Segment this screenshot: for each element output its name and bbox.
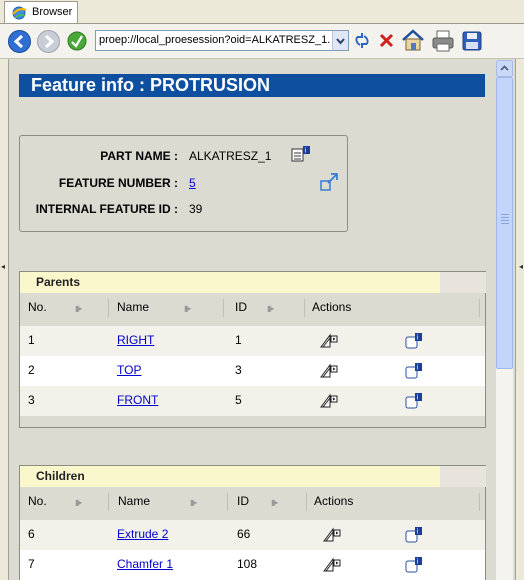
row-id: 66 bbox=[237, 527, 251, 541]
row-id: 3 bbox=[235, 363, 242, 377]
column-divider bbox=[306, 493, 307, 511]
sort-icon[interactable]: ▮▸ bbox=[190, 498, 197, 507]
row-name-link[interactable]: TOP bbox=[117, 363, 141, 377]
part-name-label: PART NAME : bbox=[100, 149, 178, 163]
page-title: Feature info : PROTRUSION bbox=[19, 74, 485, 97]
row-no: 1 bbox=[28, 333, 35, 347]
internal-id-label: INTERNAL FEATURE ID : bbox=[35, 202, 178, 216]
sort-icon[interactable]: ▮▸ bbox=[184, 304, 191, 313]
panel-header-filler bbox=[440, 272, 486, 293]
row-no: 6 bbox=[28, 527, 35, 541]
table-row: 7 Chamfer 1 108 i bbox=[20, 550, 485, 580]
feature-action-icon[interactable] bbox=[319, 332, 339, 350]
table-row: 2 TOP 3 i bbox=[20, 356, 485, 386]
column-divider bbox=[304, 299, 305, 317]
info-popup-icon[interactable]: i bbox=[404, 526, 424, 544]
thumb-grip bbox=[501, 220, 509, 221]
column-divider bbox=[223, 299, 224, 317]
address-text: proep://local_proesession?oid=ALKATRESZ_… bbox=[99, 34, 331, 46]
feature-action-icon[interactable] bbox=[319, 362, 339, 380]
chevron-down-icon bbox=[336, 38, 345, 45]
children-header: Children bbox=[20, 466, 440, 487]
home-page-icon[interactable] bbox=[66, 30, 88, 52]
table-row: 1 RIGHT 1 i bbox=[20, 326, 485, 356]
stop-icon[interactable] bbox=[378, 32, 395, 49]
thumb-grip bbox=[501, 214, 509, 215]
column-actions: Actions bbox=[314, 494, 354, 508]
sort-icon[interactable]: ▮▸ bbox=[75, 304, 82, 313]
tab-browser[interactable]: Browser bbox=[4, 1, 78, 24]
info-popup-icon[interactable]: i bbox=[404, 332, 424, 350]
home-icon[interactable] bbox=[401, 28, 425, 52]
left-collapse-icon[interactable]: ◂ bbox=[1, 262, 5, 271]
row-id: 108 bbox=[237, 557, 258, 571]
column-actions: Actions bbox=[312, 300, 352, 314]
column-divider bbox=[479, 493, 480, 511]
column-no[interactable]: No. bbox=[28, 300, 47, 314]
row-name-link[interactable]: RIGHT bbox=[117, 333, 154, 347]
feature-info-card: PART NAME : ALKATRESZ_1 i FEATURE NUMBER… bbox=[19, 135, 348, 232]
vertical-scrollbar[interactable] bbox=[496, 60, 513, 580]
column-no[interactable]: No. bbox=[28, 494, 47, 508]
column-id[interactable]: ID bbox=[237, 494, 249, 508]
feature-action-icon[interactable] bbox=[322, 526, 342, 544]
highlight-feature-icon[interactable] bbox=[320, 172, 340, 192]
chevron-up-icon bbox=[500, 65, 509, 71]
sort-icon[interactable]: ▮▸ bbox=[75, 498, 82, 507]
column-id[interactable]: ID bbox=[235, 300, 247, 314]
row-no: 3 bbox=[28, 393, 35, 407]
sort-icon[interactable]: ▮▸ bbox=[271, 498, 278, 507]
address-dropdown[interactable] bbox=[332, 31, 348, 50]
browser-icon bbox=[12, 6, 27, 20]
scroll-thumb[interactable] bbox=[496, 77, 513, 369]
row-id: 1 bbox=[235, 333, 242, 347]
children-column-headers: No. ▮▸ Name ▮▸ ID ▮▸ Actions bbox=[20, 491, 485, 513]
column-divider bbox=[108, 299, 109, 317]
scroll-up-button[interactable] bbox=[496, 60, 513, 77]
row-name-link[interactable]: Chamfer 1 bbox=[117, 557, 173, 571]
parents-header: Parents bbox=[20, 272, 440, 293]
info-popup-icon[interactable]: i bbox=[404, 362, 424, 380]
internal-id-value: 39 bbox=[189, 202, 203, 216]
back-icon[interactable] bbox=[7, 29, 32, 54]
feature-number-link[interactable]: 5 bbox=[189, 176, 196, 190]
part-name-value: ALKATRESZ_1 bbox=[189, 149, 272, 163]
refresh-icon[interactable] bbox=[353, 31, 372, 50]
thumb-grip bbox=[501, 217, 509, 218]
panel-header-filler bbox=[440, 466, 486, 487]
forward-icon[interactable] bbox=[36, 29, 61, 54]
table-row: 3 FRONT 5 i bbox=[20, 386, 485, 416]
feature-action-icon[interactable] bbox=[322, 556, 342, 574]
right-collapse-icon[interactable]: ◂ bbox=[519, 262, 523, 271]
thumb-grip bbox=[501, 223, 509, 224]
tab-strip: Browser bbox=[0, 0, 524, 24]
column-divider bbox=[108, 493, 109, 511]
model-info-icon[interactable]: i bbox=[291, 145, 311, 163]
feature-number-label: FEATURE NUMBER : bbox=[58, 176, 178, 190]
tab-label: Browser bbox=[32, 6, 73, 18]
row-no: 2 bbox=[28, 363, 35, 377]
parents-panel: Parents No. ▮▸ Name ▮▸ ID ▮▸ Actions 1 R… bbox=[19, 271, 486, 428]
column-name[interactable]: Name bbox=[117, 300, 149, 314]
save-icon[interactable] bbox=[461, 30, 483, 52]
row-name-link[interactable]: Extrude 2 bbox=[117, 527, 168, 541]
sort-icon[interactable]: ▮▸ bbox=[267, 304, 274, 313]
parents-column-headers: No. ▮▸ Name ▮▸ ID ▮▸ Actions bbox=[20, 297, 485, 319]
column-name[interactable]: Name bbox=[118, 494, 150, 508]
print-icon[interactable] bbox=[431, 29, 455, 53]
table-row: 6 Extrude 2 66 i bbox=[20, 520, 485, 550]
row-id: 5 bbox=[235, 393, 242, 407]
feature-action-icon[interactable] bbox=[319, 392, 339, 410]
row-name-link[interactable]: FRONT bbox=[117, 393, 158, 407]
info-popup-icon[interactable]: i bbox=[404, 392, 424, 410]
address-bar[interactable]: proep://local_proesession?oid=ALKATRESZ_… bbox=[95, 30, 349, 51]
row-no: 7 bbox=[28, 557, 35, 571]
children-panel: Children No. ▮▸ Name ▮▸ ID ▮▸ Actions 6 … bbox=[19, 465, 486, 580]
browser-toolbar: proep://local_proesession?oid=ALKATRESZ_… bbox=[0, 24, 524, 59]
column-divider bbox=[479, 299, 480, 317]
column-divider bbox=[227, 493, 228, 511]
info-popup-icon[interactable]: i bbox=[404, 556, 424, 574]
